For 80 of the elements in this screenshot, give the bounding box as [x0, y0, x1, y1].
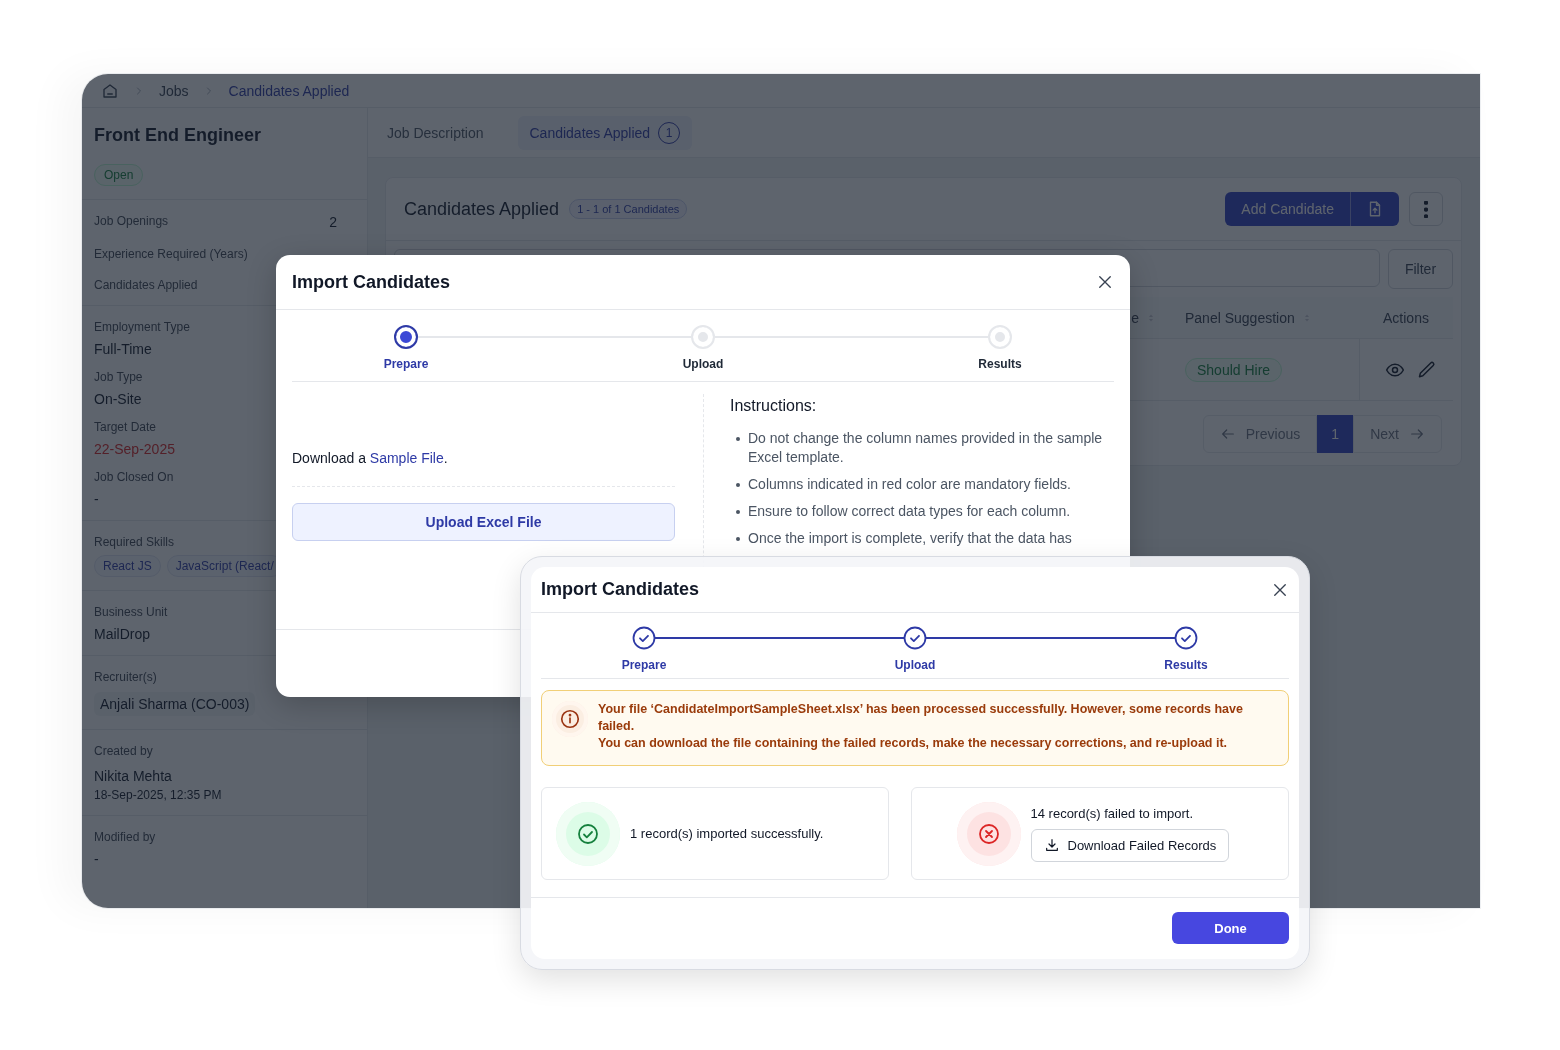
alert-message: Your file ‘CandidateImportSampleSheet.xlsx’ has been processed successfully. However, some records have failed. — [598, 701, 1244, 735]
field-value: 22-Sep-2025 — [94, 441, 175, 457]
field-label: Job Type — [94, 370, 143, 384]
status-badge: Open — [94, 164, 144, 186]
download-icon — [1043, 837, 1060, 853]
column-label: Actions — [1383, 309, 1429, 326]
page-button[interactable]: 1 — [1317, 415, 1354, 453]
field-label: Modified by — [94, 830, 156, 844]
field-value: On-Site — [94, 391, 142, 407]
section-title: Candidates Applied — [404, 198, 560, 220]
field-label: Created by — [94, 744, 153, 758]
pencil-icon[interactable] — [1416, 359, 1437, 380]
field-value: - — [94, 851, 99, 867]
step-label: Results — [1164, 658, 1208, 672]
import-button[interactable] — [1351, 192, 1399, 226]
info-icon — [559, 708, 581, 730]
arrow-right-icon — [1409, 426, 1425, 442]
close-button[interactable] — [1096, 273, 1114, 291]
step-label: Prepare — [383, 357, 429, 371]
field-value: 2 — [329, 214, 337, 230]
bullet-icon — [736, 437, 740, 441]
instructions-title: Instructions: — [730, 397, 818, 415]
download-button[interactable]: Download Failed Records — [1030, 828, 1230, 862]
field-label: Recruiter(s) — [94, 670, 157, 684]
bullet-icon — [736, 510, 740, 514]
more-button[interactable] — [1409, 192, 1443, 226]
filter-button[interactable]: Filter — [1388, 249, 1453, 289]
done-button[interactable]: Done — [1172, 912, 1289, 944]
download-sentence: Download a Sample File. — [292, 450, 675, 487]
column-header[interactable]: e — [394, 297, 1169, 338]
arrow-left-icon — [1219, 426, 1236, 442]
count-badge: 1 - 1 of 1 Candidates — [569, 199, 688, 219]
field-label: Job Openings — [94, 214, 169, 230]
bullet-icon — [736, 483, 740, 487]
instruction-item: Once the import is complete, verify that the data has — [748, 529, 1072, 548]
instruction-item: Do not change the column names provided in the sample Excel template. — [748, 429, 1104, 467]
step-label: Results — [978, 357, 1022, 371]
dialog-title: Import Candidates — [292, 271, 451, 293]
field-label: Candidates Applied — [94, 278, 198, 292]
field-label: Job Closed On — [94, 470, 174, 484]
breadcrumb-link[interactable]: Candidates Applied — [228, 82, 350, 99]
field-label: Experience Required (Years) — [94, 247, 248, 261]
suggestion-badge: Should Hire — [1185, 357, 1283, 382]
instruction-item: Ensure to follow correct data types for each column. — [748, 502, 1071, 521]
step-label: Prepare — [621, 658, 667, 672]
bullet-icon — [736, 537, 740, 541]
instruction-item: Columns indicated in red color are mandatory fields. — [748, 475, 1071, 494]
recruiter-tag: Anjali Sharma (CO-003) — [94, 692, 256, 716]
field-value: MailDrop — [94, 626, 150, 642]
field-label: Target Date — [94, 420, 157, 434]
step-label: Upload — [894, 658, 936, 672]
step-label: Upload — [682, 357, 724, 371]
result-message: 1 record(s) imported successfully. — [630, 826, 824, 841]
close-icon — [1096, 273, 1114, 291]
check-circle-icon — [576, 821, 600, 846]
add-candidate-button[interactable]: Add Candidate — [1225, 192, 1351, 226]
x-circle-icon — [976, 821, 1001, 846]
created-time: 18-Sep-2025, 12:35 PM — [94, 788, 223, 802]
field-value: Full-Time — [94, 341, 152, 357]
kebab-icon — [1424, 200, 1428, 218]
field-label: Employment Type — [94, 320, 190, 334]
sample-file-link[interactable]: Sample File — [369, 450, 444, 466]
column-label: e — [1131, 309, 1139, 326]
column-label: Panel Suggestion — [1185, 309, 1295, 326]
tab[interactable]: Candidates Applied 1 — [517, 115, 693, 150]
alert-message: You can download the file containing the failed records, make the necessary corrections, and re-upload it. — [598, 735, 1229, 752]
skill-tag: React JS — [94, 555, 161, 577]
field-label: Business Unit — [94, 605, 168, 619]
breadcrumb-link[interactable]: Jobs — [159, 82, 189, 99]
upload-button[interactable]: Upload Excel File — [292, 503, 675, 541]
dialog-title: Import Candidates — [541, 579, 700, 600]
creator-name: Nikita Mehta — [94, 768, 172, 784]
column-header[interactable]: Actions — [1359, 297, 1453, 338]
job-title: Front End Engineer — [94, 125, 262, 146]
radio-dot-icon — [394, 325, 418, 349]
result-message: 14 record(s) failed to import. — [1030, 805, 1195, 821]
field-label: Required Skills — [94, 535, 175, 549]
column-header[interactable]: Panel Suggestion — [1169, 297, 1359, 338]
field-value: - — [94, 491, 99, 507]
tab[interactable]: Job Description — [387, 118, 496, 147]
